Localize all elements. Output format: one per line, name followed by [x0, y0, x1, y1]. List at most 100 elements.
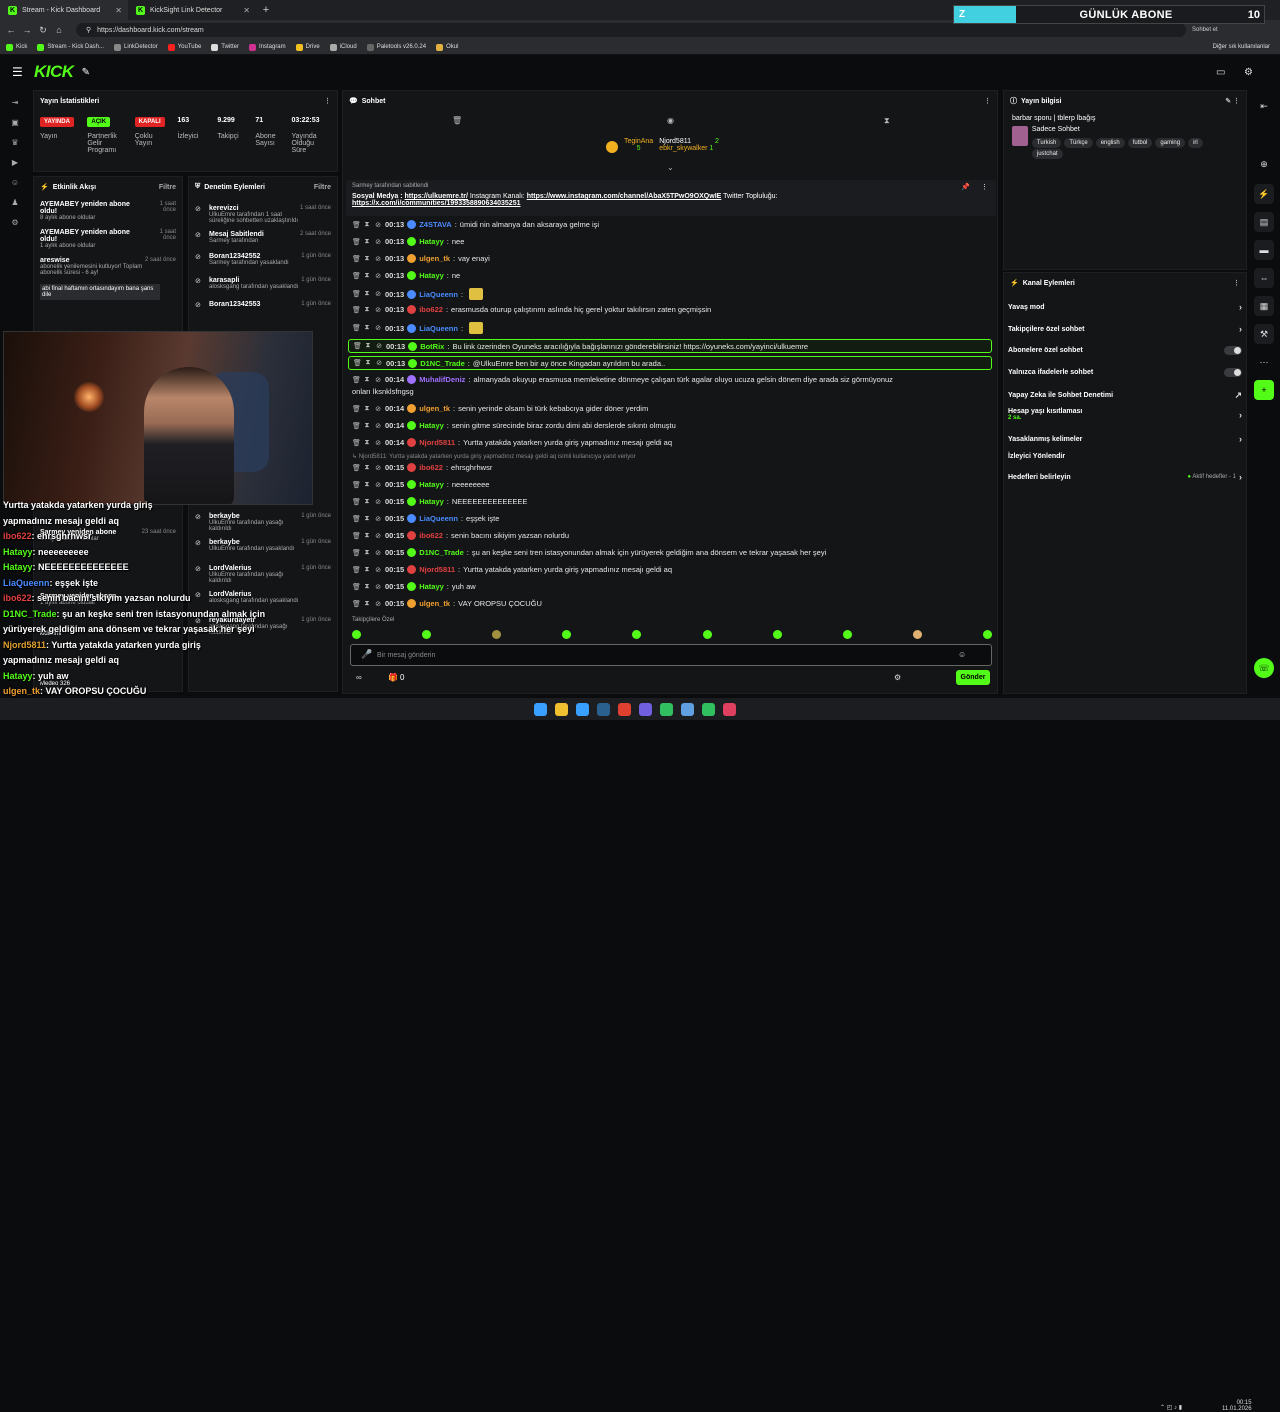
- bookmark-youtube[interactable]: YouTube: [167, 43, 201, 51]
- site-info-icon[interactable]: ⚲: [86, 26, 91, 34]
- emote-icon[interactable]: [492, 630, 502, 639]
- message-user[interactable]: ibo622: [419, 463, 443, 472]
- edge-icon[interactable]: [576, 702, 589, 716]
- timer-icon[interactable]: ⧗: [363, 481, 371, 489]
- help-chat-icon[interactable]: ☏: [1254, 658, 1274, 678]
- ban-icon[interactable]: ⊘: [374, 566, 382, 574]
- menu-icon[interactable]: ☰: [12, 65, 26, 79]
- message-user[interactable]: MuhalifDeniz: [419, 375, 465, 384]
- message-user[interactable]: D1NC_Trade: [420, 359, 465, 368]
- trash-icon[interactable]: 🗑: [352, 566, 361, 574]
- clipboard-icon[interactable]: ▤: [1254, 212, 1274, 232]
- tab-kick-dashboard[interactable]: K Stream - Kick Dashboard ✕: [0, 0, 128, 20]
- app-icon[interactable]: [723, 702, 736, 716]
- pinned-link[interactable]: https://ulkuemre.tr/: [405, 193, 468, 200]
- trash-icon[interactable]: 🗑: [352, 324, 361, 332]
- add-widget-icon[interactable]: +: [1254, 380, 1274, 400]
- link-icon[interactable]: ⇔: [1254, 268, 1274, 288]
- ban-icon[interactable]: ⊘: [374, 290, 382, 298]
- trash-icon[interactable]: 🗑: [352, 532, 361, 540]
- steam-icon[interactable]: [597, 702, 610, 716]
- edit-icon[interactable]: ✎ ⋮: [1225, 97, 1240, 105]
- chat-message[interactable]: 🗑 ⧗ ⊘ 00:15 ibo622: senin bacını sikiyim yazs…: [352, 531, 992, 540]
- bookmark-paletools[interactable]: Paletools v26.0.24: [366, 43, 426, 51]
- tag-chip[interactable]: Türkçe: [1064, 138, 1093, 148]
- bookmark-icloud[interactable]: iCloud: [329, 43, 357, 51]
- tray-icons[interactable]: ⌃ ◰ ♪ ▮: [1160, 1404, 1182, 1411]
- bolt-icon[interactable]: ⚡: [1254, 184, 1274, 204]
- message-user[interactable]: Hatayy: [419, 480, 444, 489]
- channel-action-row[interactable]: Abonelere özel sohbet: [1008, 346, 1242, 355]
- mic-icon[interactable]: 🎤: [361, 649, 372, 660]
- emote-icon[interactable]: [632, 630, 642, 639]
- chat-message[interactable]: 🗑 ⧗ ⊘ 00:15 D1NC_Trade: şu an keşke seni tren…: [352, 548, 992, 557]
- table-row[interactable]: ⊘ Boran12342552 Sarmey tarafından yasaklan…: [189, 249, 337, 270]
- channel-action-row[interactable]: Hedefleri belirleyin ● Aktif hedefler - 1…: [1008, 472, 1242, 482]
- bookmark-linkdetector[interactable]: LinkDetector: [114, 43, 158, 51]
- timer-icon[interactable]: ⧗: [363, 515, 371, 523]
- timer-icon[interactable]: ⧗: [363, 272, 371, 280]
- ban-icon[interactable]: ⊘: [374, 532, 382, 540]
- ban-icon[interactable]: ⊘: [374, 600, 382, 608]
- channel-action-row[interactable]: Yasaklanmış kelimeler ›: [1008, 434, 1242, 444]
- emote-icon[interactable]: [772, 630, 782, 639]
- tag-chip[interactable]: justchat: [1031, 149, 1063, 159]
- channel-action-row[interactable]: Takipçilere özel sohbet ›: [1008, 324, 1242, 334]
- trash-icon[interactable]: 🗑: [352, 549, 361, 557]
- trash-icon[interactable]: 🗑: [352, 498, 361, 506]
- url-field[interactable]: ⚲ https://dashboard.kick.com/stream: [76, 23, 1186, 37]
- wrench-icon[interactable]: ⚒: [1254, 324, 1274, 344]
- reload-icon[interactable]: ↻: [38, 25, 48, 36]
- timer-icon[interactable]: ⧗: [363, 290, 371, 298]
- ban-icon[interactable]: ⊘: [374, 255, 382, 263]
- table-row[interactable]: ⊘ Mesaj Sabitlendi Sarmey tarafından 2 saat…: [189, 227, 337, 248]
- message-user[interactable]: ulgen_tk: [419, 254, 450, 263]
- timer-icon[interactable]: ⧗: [363, 255, 371, 263]
- bookmark-okul[interactable]: Okul: [436, 43, 458, 51]
- chat-message[interactable]: 🗑 ⧗ ⊘ 00:15 Njord5811: Yurtta yatakda yatarke…: [352, 565, 992, 574]
- tag-chip[interactable]: futbol: [1127, 138, 1153, 148]
- timer-icon[interactable]: ⧗: [884, 116, 890, 126]
- chat-message[interactable]: 🗑 ⧗ ⊘ 00:15 ibo622: ehrsghrhwsr: [352, 463, 992, 472]
- timer-icon[interactable]: ⧗: [363, 405, 371, 413]
- toggle-switch[interactable]: [1224, 346, 1242, 355]
- settings-icon[interactable]: ⚙: [1244, 67, 1253, 78]
- trash-icon[interactable]: 🗑: [353, 342, 362, 350]
- message-user[interactable]: Hatayy: [419, 271, 444, 280]
- forward-icon[interactable]: →: [22, 25, 32, 35]
- gear-icon[interactable]: ⚙: [10, 218, 20, 228]
- trophy-icon[interactable]: ♛: [10, 138, 20, 148]
- ban-icon[interactable]: ⊘: [374, 221, 382, 229]
- trash-icon[interactable]: 🗑: [352, 306, 361, 314]
- timer-icon[interactable]: ⧗: [364, 359, 372, 367]
- message-user[interactable]: Hatayy: [419, 421, 444, 430]
- home-icon[interactable]: ⌂: [54, 25, 64, 35]
- start-icon[interactable]: [534, 702, 547, 716]
- timer-icon[interactable]: ⧗: [363, 600, 371, 608]
- chat-message[interactable]: onları lksnklsfngsg: [352, 387, 992, 396]
- emote-icon[interactable]: [982, 630, 992, 639]
- timer-icon[interactable]: ⧗: [363, 221, 371, 229]
- chat-message[interactable]: 🗑 ⧗ ⊘ 00:13 Z4STAVA: ümidi nin almanya dan ak…: [352, 220, 992, 229]
- chat-message[interactable]: 🗑 ⧗ ⊘ 00:14 Hatayy: senin gitme sürecinde bir…: [352, 421, 992, 430]
- ban-icon[interactable]: ⊘: [374, 515, 382, 523]
- ban-icon[interactable]: ⊘: [374, 376, 382, 384]
- tag-chip[interactable]: gaming: [1155, 138, 1186, 148]
- other-bookmarks[interactable]: Diğer sık kullanılanlar: [1213, 44, 1270, 50]
- message-user[interactable]: LiaQueenn: [419, 290, 458, 299]
- trash-icon[interactable]: 🗑: [352, 255, 361, 263]
- expand-icon[interactable]: ⇤: [1254, 96, 1274, 116]
- clock[interactable]: 00:15 11.01.2026: [1222, 1400, 1252, 1412]
- chat-message[interactable]: 🗑 ⧗ ⊘ 00:14 MuhalifDeniz: almanyada okuyup er…: [352, 375, 992, 384]
- trash-icon[interactable]: 🗑: [352, 439, 361, 447]
- ban-icon[interactable]: ⊘: [374, 583, 382, 591]
- trash-icon[interactable]: 🗑: [352, 290, 361, 298]
- chat-message[interactable]: 🗑 ⧗ ⊘ 00:13 ibo622: erasmusda oturup çalıştın…: [352, 305, 992, 314]
- ban-icon[interactable]: ⊘: [374, 464, 382, 472]
- timer-icon[interactable]: ⧗: [363, 583, 371, 591]
- timer-icon[interactable]: ⧗: [363, 306, 371, 314]
- ban-icon[interactable]: ⊘: [375, 359, 383, 367]
- layout-icon[interactable]: ▭: [1216, 67, 1225, 78]
- message-user[interactable]: Njord5811: [419, 438, 455, 447]
- new-tab-button[interactable]: +: [256, 4, 276, 16]
